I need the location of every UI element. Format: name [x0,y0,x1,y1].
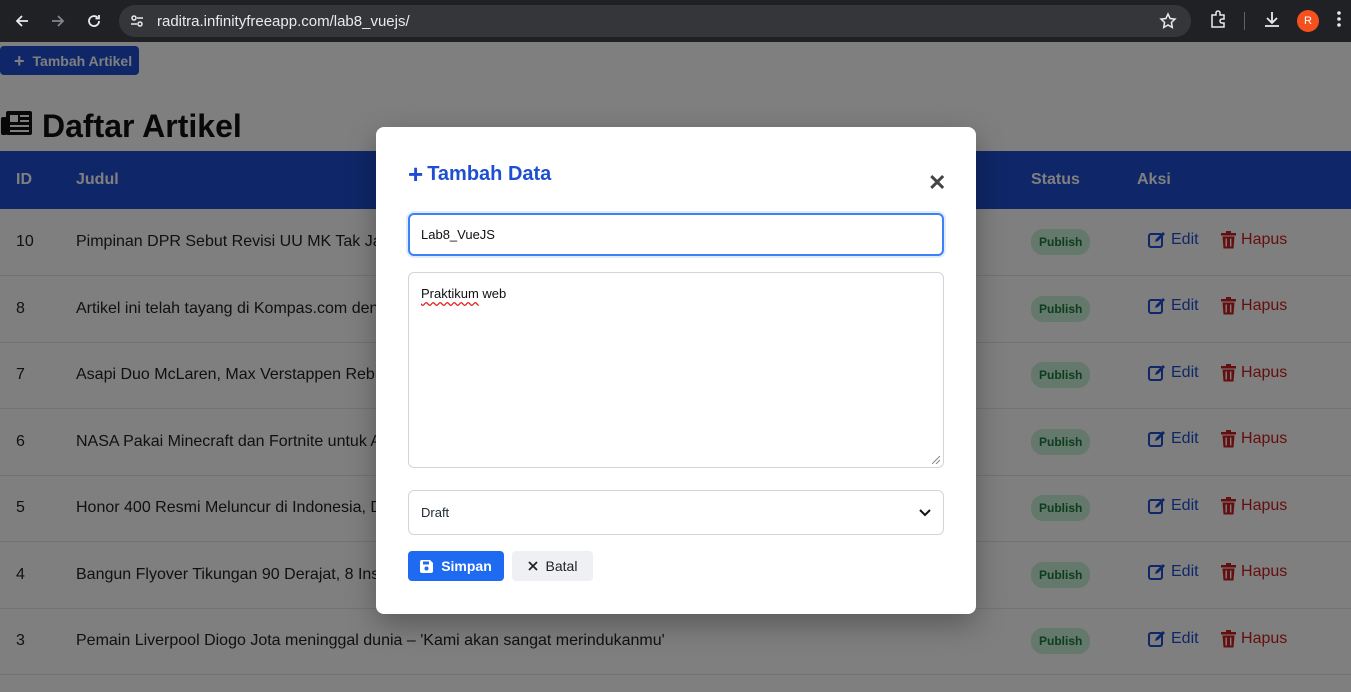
status-select[interactable]: Draft [408,490,944,535]
add-data-modal: + Tambah Data ✕ Praktikum web Draft Simp… [376,127,976,614]
menu-kebab-icon[interactable] [1336,9,1342,34]
cancel-button[interactable]: Batal [512,551,593,581]
bookmark-star-icon[interactable] [1159,12,1177,35]
status-select-value: Draft [421,505,450,520]
plus-icon: + [408,159,424,189]
reload-icon[interactable] [82,9,106,33]
modal-title-text: Tambah Data [427,162,552,185]
extensions-icon[interactable] [1208,9,1228,34]
floppy-disk-icon [420,559,434,573]
forward-icon[interactable] [46,9,70,33]
content-text-rest: web [478,286,507,301]
title-input[interactable] [408,213,944,256]
browser-toolbar: raditra.infinityfreeapp.com/lab8_vuejs/ … [0,0,1351,42]
url-text: raditra.infinityfreeapp.com/lab8_vuejs/ [157,13,410,30]
save-label: Simpan [441,558,492,574]
profile-avatar[interactable]: R [1297,10,1319,32]
resize-handle-icon[interactable] [932,456,940,464]
chevron-down-icon [919,508,931,516]
back-icon[interactable] [10,9,34,33]
address-bar[interactable]: raditra.infinityfreeapp.com/lab8_vuejs/ [119,5,1191,37]
download-icon[interactable] [1262,9,1282,34]
content-text-misspelled: Praktikum [421,286,479,301]
modal-title: + Tambah Data [408,161,551,187]
toolbar-separator [1244,12,1245,30]
save-button[interactable]: Simpan [408,551,504,581]
site-settings-icon[interactable] [129,13,145,34]
content-textarea[interactable]: Praktikum web [408,272,944,468]
close-icon[interactable]: ✕ [928,172,946,194]
cancel-label: Batal [545,558,578,574]
close-x-icon [527,561,538,571]
